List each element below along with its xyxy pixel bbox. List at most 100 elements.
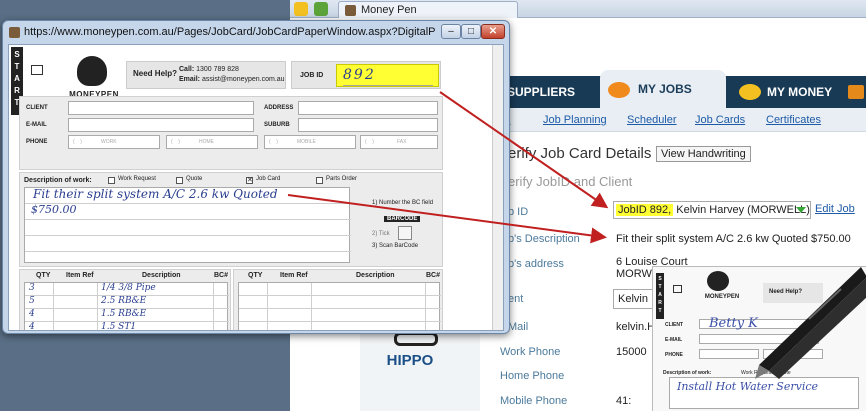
- description-lines: Fit their split system A/C 2.6 kw Quoted…: [24, 187, 351, 263]
- main-nav-bar: SUPPLIERS MY JOBS MY MONEY: [505, 70, 866, 108]
- subnav-link-job-planning[interactable]: Job Planning: [543, 114, 607, 126]
- description-title: Description of work:: [24, 177, 92, 184]
- parts-order-checkbox: [316, 177, 323, 184]
- coins-icon: [739, 84, 761, 100]
- subnav-link-certificates[interactable]: Certificates: [766, 114, 821, 126]
- job-card-checkbox: ✕: [246, 177, 253, 184]
- home-phone-field: ( ) HOME: [166, 135, 258, 149]
- start-letter: T: [14, 62, 20, 71]
- address-label: ADDRESS: [264, 105, 294, 111]
- hippo-advert[interactable]: HIPPO: [360, 330, 480, 411]
- mobile-phone-value: 41:: [616, 395, 632, 407]
- suburb-label: SUBURB: [264, 122, 290, 128]
- col-bc: BC#: [426, 272, 441, 279]
- item-ref: 1/4 3/8 Pipe: [101, 283, 156, 293]
- job-description-label: b's Description: [508, 233, 580, 245]
- nav-home[interactable]: [845, 76, 866, 108]
- col-item-ref: Item Ref: [66, 272, 94, 279]
- money-bag-icon: [77, 56, 107, 86]
- sub-nav: s Job Planning Scheduler Job Cards Certi…: [505, 108, 866, 132]
- browser-toolbar-icons: [294, 2, 328, 16]
- job-id-label: JOB ID: [300, 72, 324, 79]
- email-value: kelvin.H: [616, 321, 656, 333]
- client-field: [68, 101, 254, 115]
- ruled-line: [25, 235, 351, 236]
- work-request-label: Work Request: [118, 176, 156, 182]
- photo-client-label: CLIENT: [665, 322, 684, 328]
- phone-label: PHONE: [26, 139, 48, 145]
- job-select-dropdown[interactable]: JobID 892, Kelvin Harvey (MORWELL): [613, 201, 811, 219]
- start-letter: T: [658, 284, 662, 290]
- item-ref: 1.5 RB&E: [101, 309, 147, 319]
- home-label: HOME: [199, 139, 214, 145]
- view-handwriting-button[interactable]: View Handwriting: [656, 146, 751, 162]
- close-button[interactable]: ✕: [481, 24, 505, 39]
- email-label: E-MAIL: [26, 122, 47, 128]
- photo-email-label: E-MAIL: [665, 337, 683, 343]
- browser-tab-title: Money Pen: [361, 4, 417, 16]
- help-call-value: 1300 789 828: [196, 66, 239, 73]
- subnav-link-scheduler[interactable]: Scheduler: [627, 114, 677, 126]
- card-login-icon: [31, 65, 43, 75]
- help-call: Call: 1300 789 828: [179, 66, 239, 73]
- pen-photo: S T A R T MONEYPEN Need Help? CLIENT E-M…: [652, 266, 866, 411]
- help-box: Need Help? Call: 1300 789 828 Email: ass…: [126, 61, 286, 89]
- popup-scrollbar[interactable]: [492, 45, 503, 330]
- fax-label: FAX: [397, 139, 407, 145]
- popup-title-bar[interactable]: https://www.moneypen.com.au/Pages/JobCar…: [3, 21, 509, 43]
- col-qty: QTY: [36, 272, 51, 279]
- quote-label: Quote: [186, 176, 203, 182]
- mobile-phone-field: ( ) MOBILE: [264, 135, 356, 149]
- item-qty: 5: [29, 296, 35, 306]
- mobile-label: MOBILE: [297, 139, 316, 145]
- parts-order-label: Parts Order: [326, 176, 358, 182]
- start-letter: A: [658, 292, 662, 298]
- email-field: [68, 118, 254, 132]
- job-card-label: Job Card: [256, 176, 281, 182]
- hard-hat-icon: [608, 82, 630, 98]
- item-qty: 4: [29, 309, 35, 319]
- job-id-handwriting: 892: [343, 67, 376, 83]
- card-login-icon: [673, 285, 682, 293]
- job-description-value: Fit their split system A/C 2.6 kw Quoted…: [616, 233, 851, 245]
- barcode-step-2: 2) Tick: [372, 231, 390, 237]
- mobile-phone-label: Mobile Phone: [500, 395, 568, 407]
- items-table-right: QTY Item Ref Description BC#: [233, 269, 443, 330]
- photo-phone-label: PHONE: [665, 352, 683, 358]
- maximize-button[interactable]: □: [461, 24, 481, 39]
- minimize-button[interactable]: –: [441, 24, 461, 39]
- start-letter: S: [658, 276, 662, 282]
- photo-logo-text: MONEYPEN: [704, 294, 740, 300]
- nav-my-jobs[interactable]: MY JOBS: [600, 70, 726, 108]
- add-favorite-icon[interactable]: [314, 2, 328, 16]
- nav-suppliers[interactable]: SUPPLIERS: [507, 76, 575, 108]
- popup-url: https://www.moneypen.com.au/Pages/JobCar…: [24, 26, 436, 38]
- subnav-link-job-cards[interactable]: Job Cards: [695, 114, 745, 126]
- address-field: [298, 101, 438, 115]
- favorites-star-icon[interactable]: [294, 2, 308, 16]
- col-bc: BC#: [214, 272, 229, 279]
- nav-my-money-label: MY MONEY: [767, 85, 833, 99]
- work-label: WORK: [101, 139, 117, 145]
- help-email-label: Email:: [179, 76, 201, 83]
- item-qty: 4: [29, 322, 35, 331]
- job-card-paper: S T A R T MONEYPEN Need Help? Call: 1300…: [9, 45, 493, 331]
- start-letter: T: [658, 308, 662, 314]
- barcode-tick-box: [398, 226, 412, 240]
- description-area: Description of work: Work Request Quote …: [19, 172, 443, 267]
- edit-job-link[interactable]: Edit Job: [815, 203, 855, 215]
- barcode-badge: BARCODE: [384, 216, 421, 222]
- work-phone-value: 15000: [616, 346, 647, 358]
- home-icon: [848, 85, 864, 99]
- col-description: Description: [356, 272, 395, 279]
- hippo-logo-text: HIPPO: [386, 352, 434, 369]
- dropdown-arrow-icon[interactable]: [793, 203, 810, 217]
- job-select-text: Kelvin Harvey (MORWELL): [673, 204, 810, 216]
- client-label: ent: [508, 293, 524, 305]
- description-handwriting-line2: $750.00: [31, 203, 77, 216]
- nav-my-money[interactable]: MY MONEY: [737, 76, 832, 108]
- browser-tab[interactable]: Money Pen: [338, 1, 518, 18]
- work-phone-field: ( ) WORK: [68, 135, 160, 149]
- work-request-checkbox: [108, 177, 115, 184]
- help-email: Email: assist@moneypen.com.au: [179, 76, 285, 83]
